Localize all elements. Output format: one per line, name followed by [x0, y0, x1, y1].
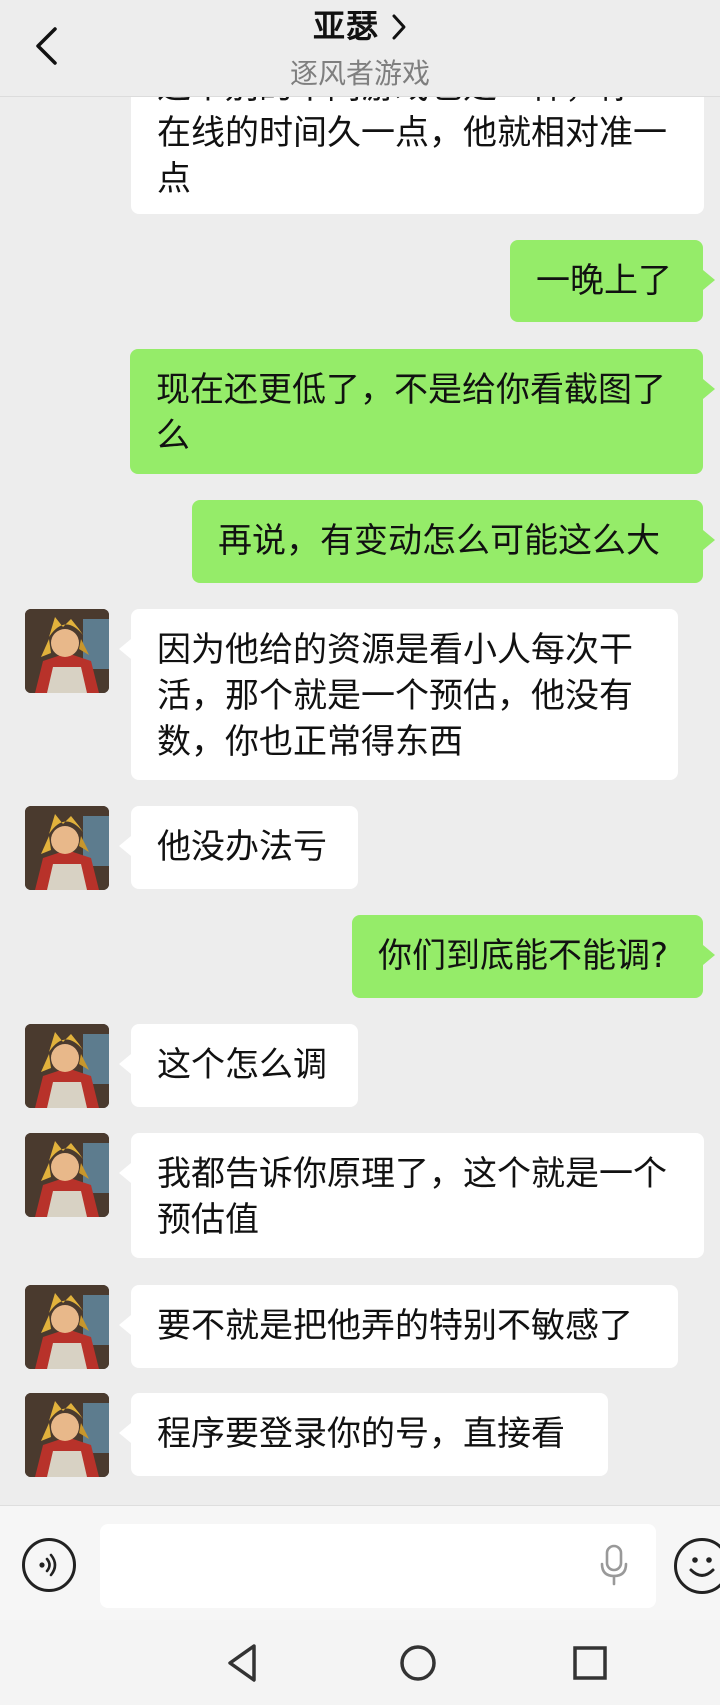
chat-title: 亚瑟: [312, 7, 379, 45]
chat-header: 亚瑟 逐风者游戏: [0, 0, 720, 97]
input-bar: [0, 1505, 720, 1621]
avatar-image: [25, 1393, 109, 1477]
avatar[interactable]: [25, 609, 109, 693]
message-bubble-received[interactable]: 要不就是把他弄的特别不敏感了: [119, 1285, 678, 1368]
chat-subtitle: 逐风者游戏: [289, 57, 430, 90]
avatar-image: [25, 1285, 109, 1369]
message-bubble-sent[interactable]: 再说，有变动怎么可能这么大: [192, 500, 715, 583]
emoji-icon: [689, 1557, 715, 1577]
avatar-image: [25, 1133, 109, 1217]
voice-button[interactable]: [22, 1538, 76, 1592]
microphone-icon[interactable]: [598, 1544, 630, 1586]
system-nav-bar: [0, 1620, 720, 1705]
voice-icon: [39, 1553, 57, 1577]
message-bubble-received[interactable]: 这个怎么调: [119, 1024, 358, 1107]
message-bubble-sent[interactable]: 一晚上了: [510, 240, 715, 322]
message-bubble-received[interactable]: 他没办法亏: [119, 806, 358, 889]
message-bubble-received[interactable]: 我都告诉你原理了，这个就是一个 预估值: [119, 1133, 704, 1258]
chevron-right-icon: [392, 14, 406, 40]
circle-home-icon[interactable]: [393, 1638, 443, 1688]
message-bubble-received[interactable]: 因为他给的资源是看小人每次干 活，那个就是一个预估，他没有 数，你也正常得东西: [119, 609, 678, 780]
avatar-image: [25, 806, 109, 890]
message-bubble-received[interactable]: 程序要登录你的号，直接看: [119, 1393, 608, 1476]
emoji-button[interactable]: [674, 1538, 720, 1594]
chat-title-row[interactable]: 亚瑟: [0, 2, 720, 46]
square-recent-icon[interactable]: [565, 1638, 615, 1688]
message-bubble-sent[interactable]: 现在还更低了，不是给你看截图了 么: [130, 349, 715, 474]
avatar[interactable]: [25, 806, 109, 890]
avatar[interactable]: [25, 1393, 109, 1477]
avatar[interactable]: [25, 1133, 109, 1217]
avatar[interactable]: [25, 1024, 109, 1108]
triangle-back-icon[interactable]: [218, 1638, 268, 1688]
avatar[interactable]: [25, 1285, 109, 1369]
message-input[interactable]: [100, 1524, 656, 1608]
message-list[interactable]: 这个别的不同游戏也是一样，你 在线的时间久一点，他就相对准一 点 一晚上了 现在…: [0, 0, 720, 1505]
message-bubble-sent[interactable]: 你们到底能不能调?: [352, 915, 715, 998]
avatar-image: [25, 1024, 109, 1108]
avatar-image: [25, 609, 109, 693]
